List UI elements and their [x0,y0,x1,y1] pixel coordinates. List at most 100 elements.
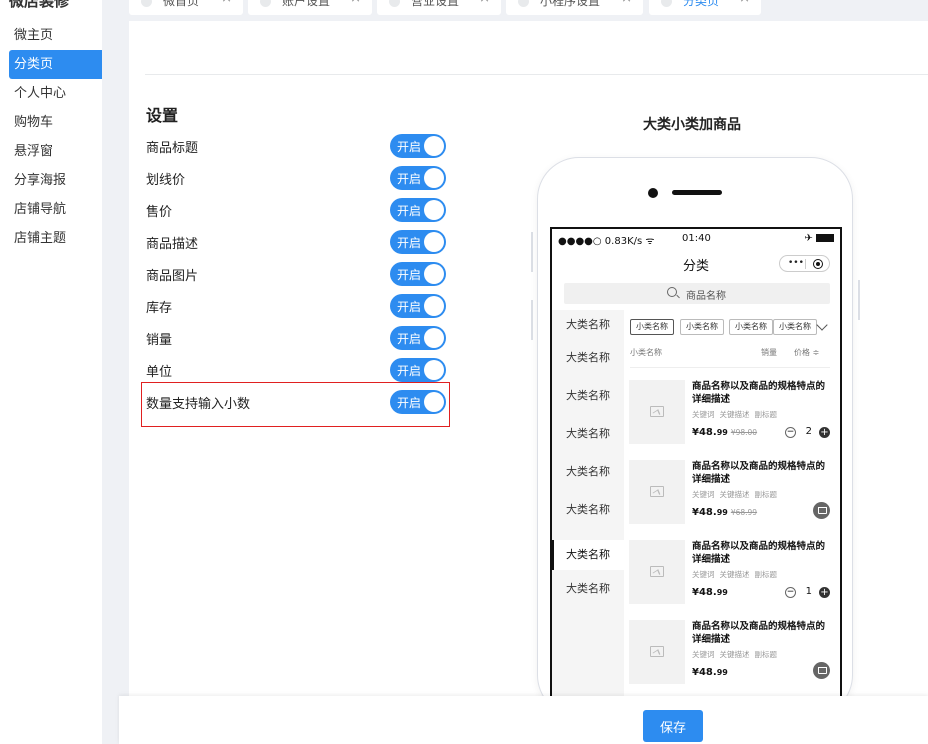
subcategory-chip[interactable]: 小类名称 [773,319,817,335]
status-right: ✈ [804,233,834,244]
product-name: 商品名称以及商品的规格特点的详细描述 [692,621,826,645]
tab-miniprogram-settings[interactable]: 小程序设置 × [506,0,643,15]
category-item[interactable]: 大类名称 [552,453,624,491]
price-main: ¥48. [692,667,717,678]
minus-button[interactable]: − [785,427,796,438]
tab-account-settings[interactable]: 账户设置 × [248,0,372,15]
toggle-knob [424,232,444,252]
quantity-value: 2 [805,426,812,437]
cart-icon[interactable] [813,662,830,679]
toggle-text: 开启 [397,332,422,346]
divider [145,74,928,75]
price-main: ¥48. [692,507,717,518]
tab-home[interactable]: 微首页 × [129,0,243,15]
sort-by-sales[interactable]: 销量 [761,347,777,358]
toggle-unit[interactable]: 开启 [390,358,446,382]
mini-search-bar[interactable]: 商品名称 [564,283,830,304]
tab-category-page[interactable]: 分类页 × [649,0,761,15]
sidebar-item-store-theme[interactable]: 店铺主题 [9,224,102,253]
toggle-text: 开启 [397,172,422,186]
category-item[interactable]: 大类名称 [552,572,624,606]
toggle-text: 开启 [397,140,422,154]
setting-label: 划线价 [146,173,186,188]
subcategory-chip[interactable]: 小类名称 [680,319,724,335]
cart-icon[interactable] [813,502,830,519]
original-price: ¥98.00 [730,428,758,437]
setting-label: 商品图片 [146,269,199,284]
toggle-knob [424,264,444,284]
toggle-sales[interactable]: 开启 [390,326,446,350]
product-tag: 关键描述 [719,570,750,579]
footer-bar [119,696,928,744]
product-tag: 副标题 [754,650,778,659]
product-card[interactable]: 商品名称以及商品的规格特点的详细描述 关键词 关键描述 副标题 ¥48.99 ¥98.… [629,380,830,444]
product-tag: 关键描述 [719,410,750,419]
product-tag: 关键描述 [719,650,750,659]
sidebar-item-home[interactable]: 微主页 [9,21,102,50]
quantity-value: 1 [805,586,812,597]
category-item-active[interactable]: 大类名称 [552,540,624,570]
minus-button[interactable]: − [785,587,796,598]
search-icon [667,287,677,297]
product-price: ¥48.99 ¥98.00 [692,427,757,438]
product-tag: 副标题 [754,570,778,579]
tab-dot-icon [518,0,529,7]
toggle-stock[interactable]: 开启 [390,294,446,318]
subcategory-chip[interactable]: 小类名称 [729,319,773,335]
product-tag: 关键词 [692,570,715,579]
plus-button[interactable]: + [819,427,830,438]
tab-dot-icon [661,0,672,7]
setting-label: 商品标题 [146,141,199,156]
toggle-strikethrough-price[interactable]: 开启 [390,166,446,190]
price-cents: 99 [716,428,728,437]
toggle-knob [424,360,444,380]
category-item[interactable]: 大类名称 [552,339,624,377]
mute-icon: ✈ [804,233,813,244]
sidebar-item-share-poster[interactable]: 分享海报 [9,166,102,195]
product-tags: 关键词 关键描述 副标题 [692,489,782,500]
category-item[interactable]: 大类名称 [552,415,624,453]
sidebar-item-personal-center[interactable]: 个人中心 [9,79,102,108]
sidebar-item-cart[interactable]: 购物车 [9,108,102,137]
close-icon[interactable]: × [221,0,232,6]
close-icon[interactable]: × [739,0,750,6]
tab-business-settings[interactable]: 营业设置 × [377,0,501,15]
sidebar-item-category-page[interactable]: 分类页 [9,50,102,79]
subcategory-chip[interactable]: 小类名称 [630,319,674,335]
sort-subcategory-name: 小类名称 [630,348,662,357]
phone-side-button [531,300,533,340]
product-name: 商品名称以及商品的规格特点的详细描述 [692,541,826,565]
sort-by-price[interactable]: 价格 ≑ [794,347,819,358]
close-icon[interactable]: × [479,0,490,6]
category-item[interactable]: 大类名称 [552,377,624,415]
product-card[interactable]: 商品名称以及商品的规格特点的详细描述 关键词 关键描述 副标题 ¥48.99 [629,620,830,684]
category-item[interactable]: 大类名称 [552,491,624,529]
tab-label: 微首页 [163,0,200,8]
capsule-menu[interactable]: ••• [779,255,830,272]
image-placeholder-icon [650,646,664,657]
toggle-sale-price[interactable]: 开启 [390,198,446,222]
plus-button[interactable]: + [819,587,830,598]
product-image [629,460,685,524]
category-item[interactable]: 大类名称 [552,310,624,340]
product-name: 商品名称以及商品的规格特点的详细描述 [692,461,826,485]
close-icon[interactable]: × [350,0,361,6]
sidebar-item-floating-window[interactable]: 悬浮窗 [9,137,102,166]
save-button[interactable]: 保存 [643,710,703,742]
image-placeholder-icon [650,566,664,577]
product-tag: 关键词 [692,410,715,419]
status-time: 01:40 [682,233,711,244]
toggle-knob [424,328,444,348]
price-main: ¥48. [692,587,717,598]
toggle-product-image[interactable]: 开启 [390,262,446,286]
close-icon[interactable]: × [621,0,632,6]
sidebar-item-store-navigation[interactable]: 店铺导航 [9,195,102,224]
toggle-product-title[interactable]: 开启 [390,134,446,158]
chevron-down-icon[interactable] [816,319,828,331]
product-tag: 关键词 [692,650,715,659]
product-card[interactable]: 商品名称以及商品的规格特点的详细描述 关键词 关键描述 副标题 ¥48.99 − 1… [629,540,830,604]
toggle-product-description[interactable]: 开启 [390,230,446,254]
product-card[interactable]: 商品名称以及商品的规格特点的详细描述 关键词 关键描述 副标题 ¥48.99 ¥68.… [629,460,830,524]
toggle-text: 开启 [397,364,422,378]
product-tag: 关键词 [692,490,715,499]
